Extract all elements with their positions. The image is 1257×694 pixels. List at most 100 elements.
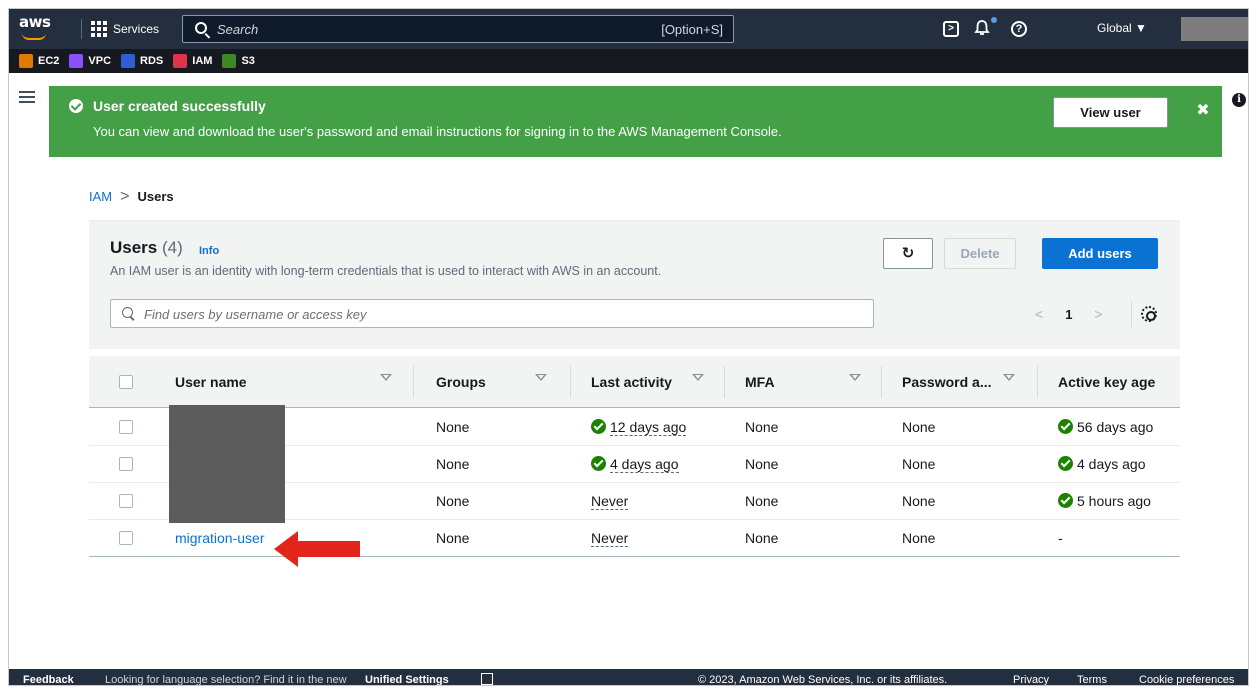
users-filter-input[interactable]: Find users by username or access key xyxy=(110,299,874,328)
column-divider xyxy=(570,366,571,398)
vpc-service-icon xyxy=(69,54,84,68)
search-icon xyxy=(195,22,207,34)
column-header-mfa[interactable]: MFA xyxy=(745,374,775,390)
chevron-right-icon[interactable]: > xyxy=(1094,306,1102,322)
column-header-active-key-age[interactable]: Active key age xyxy=(1058,374,1155,390)
favorite-label: S3 xyxy=(241,55,255,67)
pagination: < 1 > xyxy=(1035,306,1103,322)
cookie-preferences-link[interactable]: Cookie preferences xyxy=(1139,674,1234,685)
chevron-left-icon[interactable]: < xyxy=(1035,306,1043,322)
feedback-link[interactable]: Feedback xyxy=(23,674,74,685)
aws-logo[interactable]: aws xyxy=(19,13,53,43)
unified-settings-link[interactable]: Unified Settings xyxy=(365,674,449,685)
chevron-right-icon: > xyxy=(120,188,130,205)
last-activity-value[interactable]: 4 days ago xyxy=(610,456,679,473)
terms-link[interactable]: Terms xyxy=(1077,674,1107,685)
last-activity-cell[interactable]: Never xyxy=(591,530,629,547)
last-activity-cell[interactable]: Never xyxy=(591,493,629,510)
refresh-button[interactable]: ↻ xyxy=(883,238,933,269)
column-header-groups[interactable]: Groups xyxy=(436,374,486,390)
key-age-value: 5 hours ago xyxy=(1077,493,1151,509)
key-age-value: 56 days ago xyxy=(1077,419,1154,435)
row-checkbox[interactable] xyxy=(119,457,133,471)
breadcrumb: IAM > Users xyxy=(89,188,174,205)
key-age-cell: 5 hours ago xyxy=(1058,493,1151,509)
region-selector[interactable]: Global ▼ xyxy=(1097,21,1147,35)
password-age-cell: None xyxy=(902,530,936,546)
users-panel-header: Users (4) Info An IAM user is an identit… xyxy=(89,221,1180,349)
aws-smile-icon xyxy=(22,33,46,40)
row-checkbox[interactable] xyxy=(119,494,133,508)
copyright-text: © 2023, Amazon Web Services, Inc. or its… xyxy=(698,674,948,686)
column-divider xyxy=(881,366,882,398)
services-label: Services xyxy=(113,22,160,36)
select-all-checkbox[interactable] xyxy=(119,375,133,389)
search-placeholder: Search xyxy=(217,22,259,37)
favorite-iam[interactable]: IAM xyxy=(173,54,212,68)
last-activity-cell: 4 days ago xyxy=(591,456,679,473)
favorite-rds[interactable]: RDS xyxy=(121,54,163,68)
sort-caret-icon[interactable] xyxy=(535,374,547,381)
table-header: User name Groups Last activity MFA Passw… xyxy=(89,356,1180,408)
success-flash-banner: User created successfully You can view a… xyxy=(49,86,1222,157)
sort-caret-icon[interactable] xyxy=(1003,374,1015,381)
success-check-icon xyxy=(69,99,83,113)
redacted-usernames-block xyxy=(169,405,285,523)
user-name-link[interactable]: migration-user xyxy=(175,530,264,546)
favorite-vpc[interactable]: VPC xyxy=(69,54,111,68)
search-shortcut-hint: [Option+S] xyxy=(661,22,723,37)
notifications-bell-icon[interactable] xyxy=(972,19,992,39)
language-note: Looking for language selection? Find it … xyxy=(105,674,347,686)
column-header-last-activity[interactable]: Last activity xyxy=(591,374,672,390)
column-header-user-name[interactable]: User name xyxy=(175,374,247,390)
view-user-button[interactable]: View user xyxy=(1053,97,1168,128)
add-users-button[interactable]: Add users xyxy=(1042,238,1158,269)
users-panel-title: Users (4) xyxy=(110,238,183,258)
console-window: aws Services Search [Option+S] > ? Globa… xyxy=(8,8,1249,686)
key-age-cell: - xyxy=(1058,530,1063,546)
column-divider xyxy=(1037,366,1038,398)
services-menu-button[interactable]: Services xyxy=(91,18,159,40)
groups-cell: None xyxy=(436,530,470,546)
ec2-service-icon xyxy=(19,54,33,68)
row-checkbox[interactable] xyxy=(119,420,133,434)
iam-service-icon xyxy=(173,54,188,68)
cloudshell-icon[interactable]: > xyxy=(943,21,959,37)
hamburger-menu-icon[interactable] xyxy=(19,91,35,103)
account-menu-redacted[interactable] xyxy=(1181,17,1248,41)
column-header-password-age[interactable]: Password a... xyxy=(902,374,991,390)
favorite-label: VPC xyxy=(88,55,112,67)
close-icon[interactable]: ✖ xyxy=(1194,102,1212,120)
breadcrumb-iam-link[interactable]: IAM xyxy=(89,189,112,204)
console-footer: Feedback Looking for language selection?… xyxy=(9,669,1248,686)
sort-caret-icon[interactable] xyxy=(380,374,392,381)
favorite-ec2[interactable]: EC2 xyxy=(19,54,59,68)
rds-service-icon xyxy=(121,54,136,68)
info-link[interactable]: Info xyxy=(199,245,219,257)
success-check-icon xyxy=(1058,456,1073,471)
sort-caret-icon[interactable] xyxy=(692,374,704,381)
privacy-link[interactable]: Privacy xyxy=(1013,674,1049,685)
services-grid-icon xyxy=(91,21,107,37)
key-age-cell: 56 days ago xyxy=(1058,419,1153,435)
filter-placeholder: Find users by username or access key xyxy=(144,307,367,322)
row-checkbox[interactable] xyxy=(119,531,133,545)
key-age-value: 4 days ago xyxy=(1077,456,1146,472)
info-panel-icon[interactable]: i xyxy=(1232,93,1246,107)
table-settings-gear-icon[interactable] xyxy=(1141,306,1157,322)
sort-caret-icon[interactable] xyxy=(849,374,861,381)
search-icon xyxy=(122,307,133,318)
column-divider xyxy=(724,366,725,398)
mfa-cell: None xyxy=(745,493,779,509)
favorite-label: EC2 xyxy=(38,55,60,67)
delete-button[interactable]: Delete xyxy=(944,238,1016,269)
external-link-icon xyxy=(481,673,493,685)
favorite-s3[interactable]: S3 xyxy=(222,54,255,68)
last-activity-value[interactable]: 12 days ago xyxy=(610,419,687,436)
help-icon[interactable]: ? xyxy=(1011,21,1027,37)
success-check-icon xyxy=(1058,419,1073,434)
column-divider xyxy=(413,366,414,398)
flash-title: User created successfully xyxy=(93,98,266,114)
page-number[interactable]: 1 xyxy=(1065,307,1072,322)
global-search-input[interactable]: Search [Option+S] xyxy=(182,15,734,43)
